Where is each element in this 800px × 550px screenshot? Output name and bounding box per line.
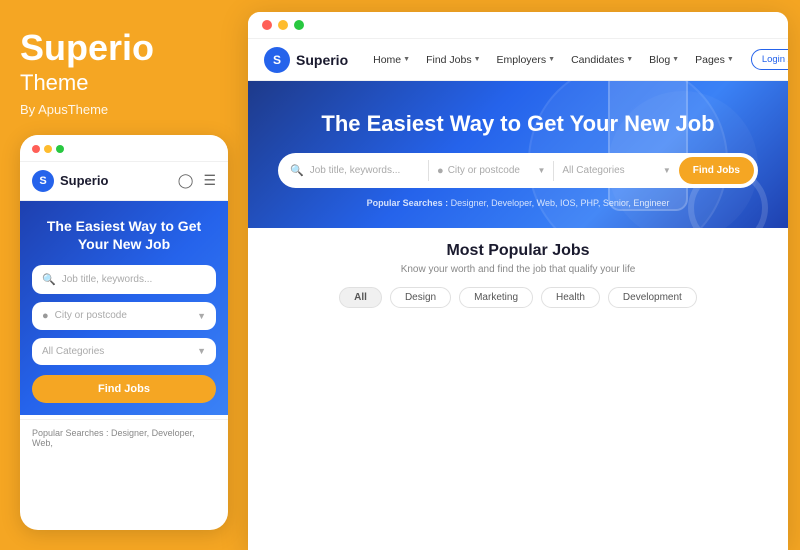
hero-category-field[interactable]: All Categories ▼ xyxy=(554,161,678,180)
bottom-section-subtitle: Know your worth and find the job that qu… xyxy=(268,264,768,275)
menu-icon[interactable]: ☰ xyxy=(203,172,216,189)
mobile-search-box[interactable]: 🔍 Job title, keywords... xyxy=(32,265,216,294)
hero-popular-searches: Popular Searches : Designer, Developer, … xyxy=(268,198,768,208)
login-register-button[interactable]: Login / Register xyxy=(751,49,788,70)
blog-chevron: ▼ xyxy=(672,56,679,63)
left-panel: Superio Theme By ApusTheme S Superio ◯ ☰… xyxy=(0,0,248,550)
mobile-location-icon: ● xyxy=(42,310,49,322)
desktop-window-bar xyxy=(248,12,788,39)
brand-subtitle: Theme xyxy=(20,70,228,96)
mobile-hero-title: The Easiest Way to Get Your New Job xyxy=(32,217,216,253)
nav-item-employers[interactable]: Employers ▼ xyxy=(490,50,563,70)
mobile-nav-icons: ◯ ☰ xyxy=(178,172,216,189)
mobile-category-text: All Categories xyxy=(42,346,104,357)
mobile-logo-text: Superio xyxy=(60,173,108,188)
mobile-dot-red xyxy=(32,145,40,153)
tab-all[interactable]: All xyxy=(339,287,382,308)
mobile-location-left: ● City or postcode xyxy=(42,310,127,322)
win-dot-yellow xyxy=(278,20,288,30)
nav-item-candidates[interactable]: Candidates ▼ xyxy=(564,50,640,70)
tab-marketing[interactable]: Marketing xyxy=(459,287,533,308)
mobile-nav-bar: S Superio ◯ ☰ xyxy=(20,162,228,201)
employers-chevron: ▼ xyxy=(548,56,555,63)
hero-title: The Easiest Way to Get Your New Job xyxy=(268,111,768,137)
find-jobs-chevron: ▼ xyxy=(474,56,481,63)
hero-phone-decoration xyxy=(608,81,688,211)
mobile-hero: The Easiest Way to Get Your New Job 🔍 Jo… xyxy=(20,201,228,415)
mobile-search-icon: 🔍 xyxy=(42,273,56,286)
nav-item-home[interactable]: Home ▼ xyxy=(366,50,417,70)
tab-design[interactable]: Design xyxy=(390,287,451,308)
brand-title: Superio xyxy=(20,28,228,68)
hero-search-row: 🔍 Job title, keywords... ● City or postc… xyxy=(278,153,758,188)
brand-by: By ApusTheme xyxy=(20,102,228,117)
desktop-logo-icon: S xyxy=(264,47,290,73)
tab-health[interactable]: Health xyxy=(541,287,600,308)
mobile-find-jobs-button[interactable]: Find Jobs xyxy=(32,375,216,403)
desktop-logo-area: S Superio xyxy=(264,47,348,73)
mobile-logo-area: S Superio xyxy=(32,170,108,192)
desktop-logo-text: Superio xyxy=(296,52,348,68)
hero-search-field[interactable]: 🔍 Job title, keywords... xyxy=(290,160,429,181)
mobile-logo-icon: S xyxy=(32,170,54,192)
mobile-location-box[interactable]: ● City or postcode ▼ xyxy=(32,302,216,330)
job-category-tabs: All Design Marketing Health Development xyxy=(268,287,768,308)
mobile-window-bar xyxy=(20,135,228,162)
hero-location-placeholder: City or postcode xyxy=(448,165,534,176)
mobile-popular-searches: Popular Searches : Designer, Developer, … xyxy=(20,419,228,452)
mobile-dot-yellow xyxy=(44,145,52,153)
mobile-category-box[interactable]: All Categories ▼ xyxy=(32,338,216,365)
hero-search-icon: 🔍 xyxy=(290,164,304,177)
hero-location-arrow: ▼ xyxy=(537,166,545,175)
desktop-bottom-section: Most Popular Jobs Know your worth and fi… xyxy=(248,228,788,550)
desktop-navbar: S Superio Home ▼ Find Jobs ▼ Employers ▼… xyxy=(248,39,788,81)
tab-development[interactable]: Development xyxy=(608,287,697,308)
hero-location-icon: ● xyxy=(437,165,444,177)
pages-chevron: ▼ xyxy=(727,56,734,63)
user-icon[interactable]: ◯ xyxy=(178,172,194,189)
hero-find-jobs-button[interactable]: Find Jobs xyxy=(679,157,754,184)
hero-category-arrow: ▼ xyxy=(663,166,671,175)
desktop-hero: The Easiest Way to Get Your New Job 🔍 Jo… xyxy=(248,81,788,228)
mobile-location-text: City or postcode xyxy=(55,310,127,321)
candidates-chevron: ▼ xyxy=(626,56,633,63)
win-dot-green xyxy=(294,20,304,30)
hero-popular-tags: Designer, Developer, Web, IOS, PHP, Seni… xyxy=(451,198,670,208)
win-dot-red xyxy=(262,20,272,30)
mobile-traffic-lights xyxy=(32,145,64,153)
home-chevron: ▼ xyxy=(403,56,410,63)
right-panel: S Superio Home ▼ Find Jobs ▼ Employers ▼… xyxy=(248,12,788,550)
desktop-nav-actions: Login / Register Add Job xyxy=(751,49,788,70)
hero-search-placeholder: Job title, keywords... xyxy=(310,165,401,176)
nav-item-blog[interactable]: Blog ▼ xyxy=(642,50,686,70)
hero-location-field[interactable]: ● City or postcode ▼ xyxy=(429,161,554,181)
hero-category-placeholder: All Categories xyxy=(562,165,658,176)
mobile-dot-green xyxy=(56,145,64,153)
hero-popular-label: Popular Searches : xyxy=(367,198,449,208)
nav-item-find-jobs[interactable]: Find Jobs ▼ xyxy=(419,50,487,70)
mobile-mockup: S Superio ◯ ☰ The Easiest Way to Get You… xyxy=(20,135,228,530)
mobile-location-arrow: ▼ xyxy=(197,311,206,321)
nav-item-pages[interactable]: Pages ▼ xyxy=(688,50,741,70)
desktop-nav-items: Home ▼ Find Jobs ▼ Employers ▼ Candidate… xyxy=(366,50,741,70)
mobile-category-arrow: ▼ xyxy=(197,346,206,356)
bottom-section-title: Most Popular Jobs xyxy=(268,242,768,260)
mobile-search-placeholder: Job title, keywords... xyxy=(62,274,153,285)
